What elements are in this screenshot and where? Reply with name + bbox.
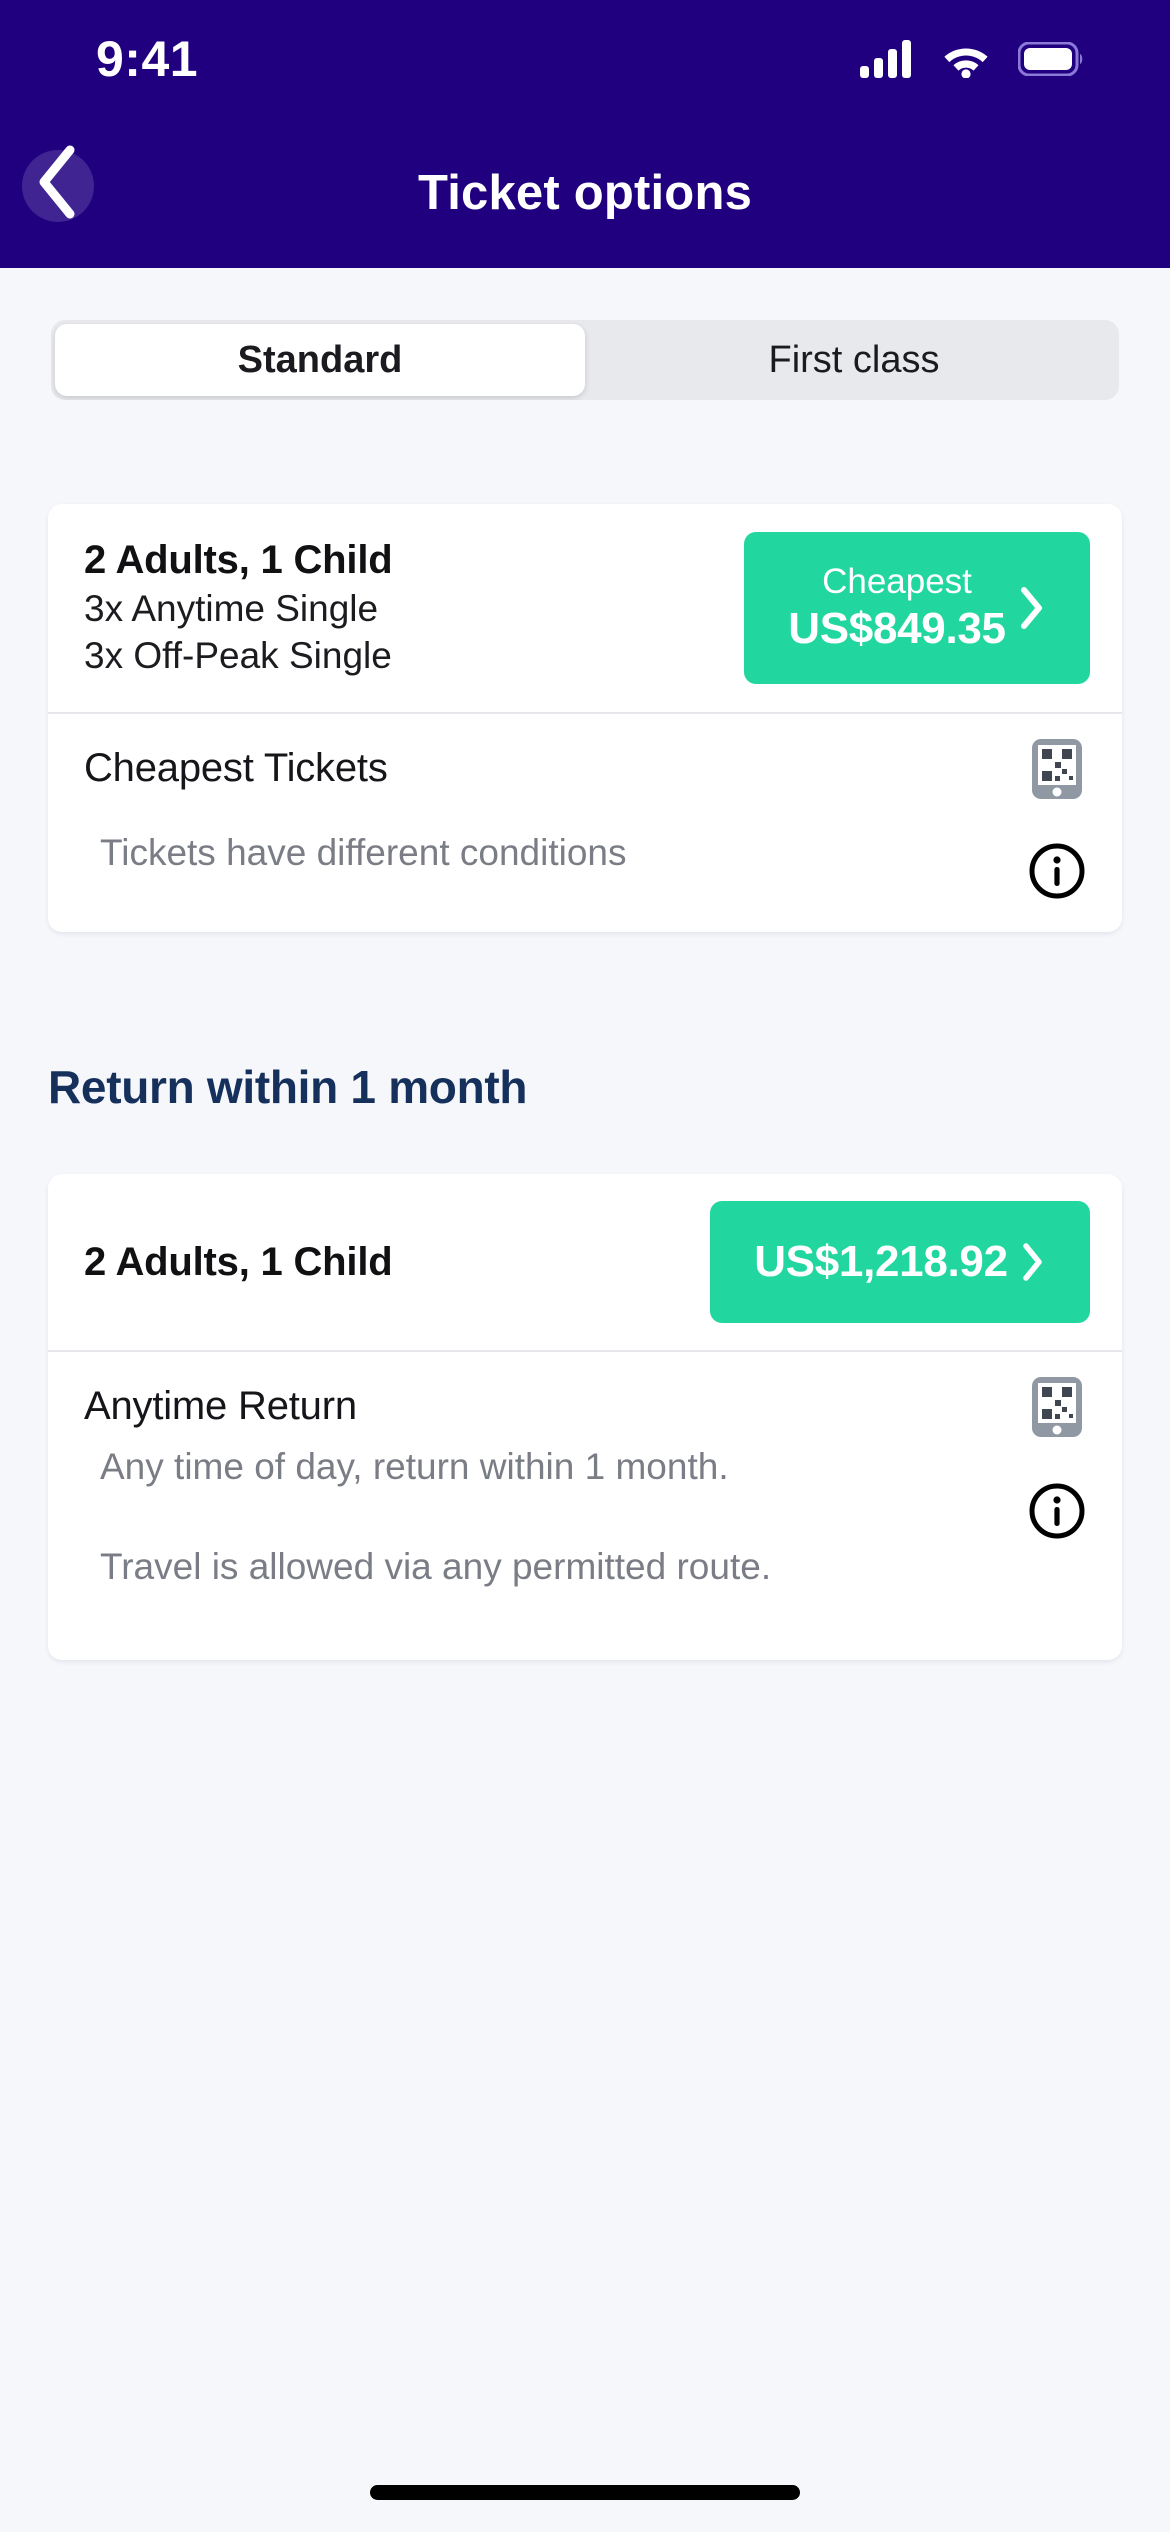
- return-passengers: 2 Adults, 1 Child: [84, 1239, 393, 1284]
- return-ticket-details: Anytime Return Any time of day, return w…: [48, 1352, 1122, 1660]
- return-description-line-1: Any time of day, return within 1 month.: [100, 1446, 729, 1487]
- page-title: Ticket options: [417, 166, 753, 220]
- outbound-conditions-title: Cheapest Tickets: [84, 746, 388, 790]
- return-passenger-summary: 2 Adults, 1 Child: [84, 1238, 393, 1287]
- outbound-price: US$849.35: [788, 604, 1006, 654]
- wifi-icon: [944, 48, 988, 78]
- outbound-icon-column: [1028, 736, 1086, 900]
- cheapest-badge-label: Cheapest: [822, 562, 972, 602]
- info-circle-icon[interactable]: [1028, 842, 1086, 900]
- tab-first-class[interactable]: First class: [589, 320, 1119, 400]
- outbound-passengers: 2 Adults, 1 Child: [84, 538, 393, 583]
- outbound-conditions-subtitle: Tickets have different conditions: [100, 832, 627, 873]
- return-ticket-name: Anytime Return: [84, 1384, 357, 1428]
- outbound-conditions: Cheapest Tickets Tickets have different …: [48, 714, 1122, 932]
- info-circle-icon[interactable]: [1028, 1482, 1086, 1540]
- return-description-line-2: Travel is allowed via any permitted rout…: [100, 1545, 772, 1587]
- status-bar-icons: [860, 40, 1084, 78]
- navigation-bar: Ticket options: [0, 118, 1170, 268]
- class-segmented-control[interactable]: Standard First class: [51, 320, 1119, 400]
- outbound-ticket-card[interactable]: 2 Adults, 1 Child 3x Anytime Single 3x O…: [48, 504, 1122, 932]
- mobile-ticket-qr-icon: [1032, 739, 1082, 799]
- return-price-button[interactable]: US$1,218.92: [710, 1201, 1090, 1323]
- battery-full-icon: [1018, 42, 1083, 76]
- tab-standard[interactable]: Standard: [55, 324, 585, 396]
- return-icon-column: [1028, 1374, 1086, 1540]
- status-bar: 9:41: [0, 0, 1170, 118]
- chevron-right-icon: [1023, 1243, 1042, 1281]
- app-screen: 9:41 Ticket options Standard First class…: [0, 0, 1170, 2532]
- cellular-signal-icon: [860, 40, 911, 78]
- return-section-heading: Return within 1 month: [48, 1061, 528, 1113]
- outbound-ticket-line-2: 3x Off-Peak Single: [84, 635, 392, 677]
- chevron-left-icon: [39, 145, 75, 219]
- return-price: US$1,218.92: [754, 1237, 1008, 1287]
- app-header: 9:41 Ticket options: [0, 0, 1170, 268]
- status-bar-time: 9:41: [96, 31, 199, 87]
- outbound-ticket-line-1: 3x Anytime Single: [84, 588, 379, 630]
- mobile-ticket-qr-icon: [1032, 1377, 1082, 1437]
- outbound-card-header: 2 Adults, 1 Child 3x Anytime Single 3x O…: [48, 504, 1122, 712]
- chevron-right-icon: [1020, 587, 1042, 629]
- return-card-header: 2 Adults, 1 Child US$1,218.92: [48, 1174, 1122, 1350]
- outbound-passenger-summary: 2 Adults, 1 Child 3x Anytime Single 3x O…: [84, 536, 393, 680]
- outbound-price-button[interactable]: Cheapest US$849.35: [744, 532, 1090, 684]
- return-ticket-card[interactable]: 2 Adults, 1 Child US$1,218.92 Anytime Re…: [48, 1174, 1122, 1660]
- home-indicator: [370, 2485, 800, 2500]
